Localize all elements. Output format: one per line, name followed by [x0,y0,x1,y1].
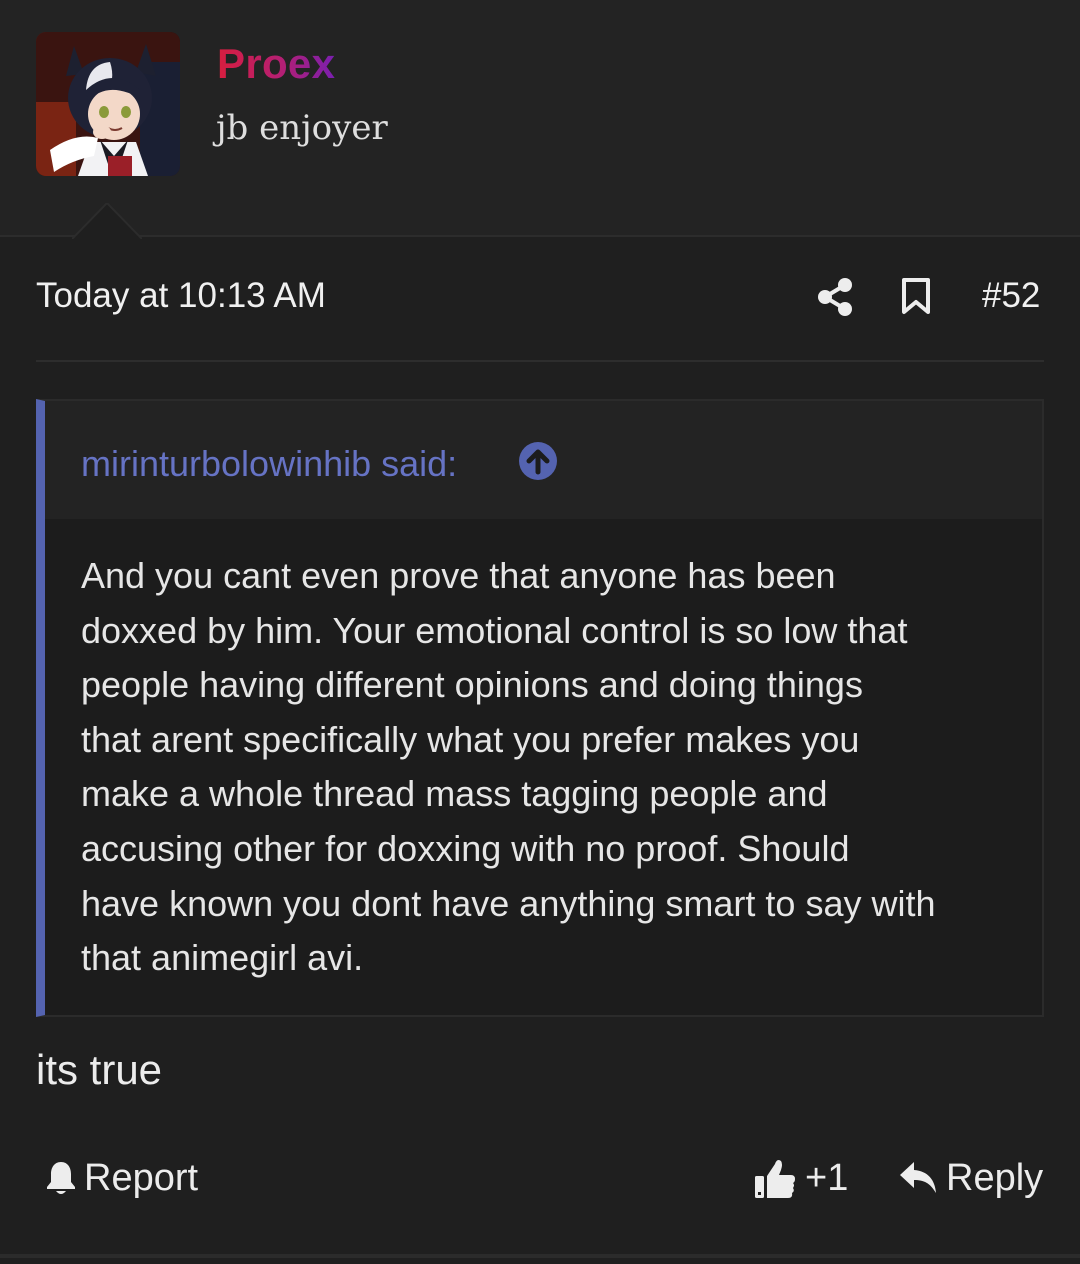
quote-line: have known you dont have anything smart … [81,882,936,924]
quote-author-link[interactable]: mirinturbolowinhib said: [81,443,457,485]
quote-line: that arent specifically what you prefer … [81,718,860,760]
divider [36,360,1044,362]
reply-label: Reply [946,1156,1044,1199]
user-header-pointer [72,203,142,239]
report-button[interactable]: Report [44,1156,198,1200]
username-link[interactable]: Proex [217,40,335,88]
quote-line: that animegirl avi. [81,937,364,979]
quote-line: accusing other for doxxing with no proof… [81,827,850,869]
avatar-image [36,32,180,176]
reply-arrow-icon [900,1162,936,1193]
bell-icon [47,1162,75,1194]
report-label: Report [84,1156,199,1199]
quote-line: And you cant even prove that anyone has … [81,555,836,596]
like-button[interactable]: +1 [753,1156,848,1200]
post-number-link[interactable]: #52 [982,276,1040,316]
quote-text: And you cant even prove that anyone has … [81,549,1036,986]
post-bottom-border [0,1254,1080,1258]
arrow-up-circle-icon[interactable] [518,441,558,481]
quote-line: doxxed by him. Your emotional control is… [81,609,908,651]
reply-button[interactable]: Reply [898,1156,1043,1200]
share-icon[interactable] [816,277,854,317]
post-timestamp[interactable]: Today at 10:13 AM [36,276,326,316]
thumbs-up-icon [755,1160,795,1198]
post-page: Proex jb enjoyer Today at 10:13 AM #52 m… [0,0,1080,1264]
quote-line: people having different opinions and doi… [81,664,863,706]
user-title: jb enjoyer [216,108,388,148]
avatar[interactable] [36,32,180,176]
quote-header: mirinturbolowinhib said: [45,401,1042,519]
like-count: +1 [805,1156,849,1199]
user-header: Proex jb enjoyer [0,0,1080,239]
quote-block: mirinturbolowinhib said: And you cant ev… [36,399,1044,1017]
quote-line: make a whole thread mass tagging people … [81,773,828,815]
post-message: its true [36,1046,163,1093]
bookmark-icon[interactable] [900,277,932,315]
